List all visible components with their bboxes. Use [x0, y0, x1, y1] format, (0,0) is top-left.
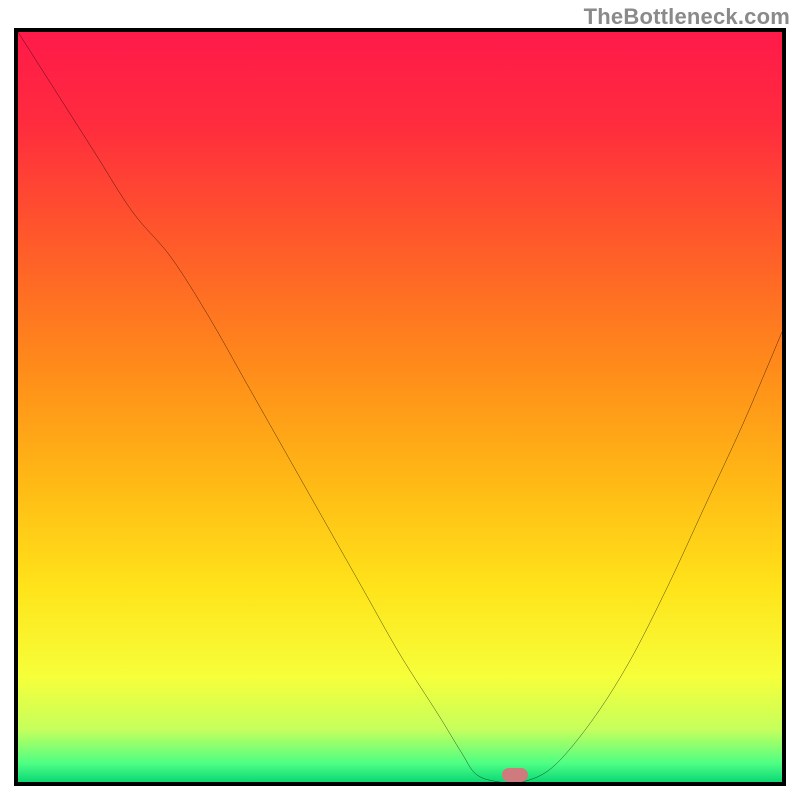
- bottleneck-curve: [18, 32, 782, 782]
- watermark-text: TheBottleneck.com: [584, 4, 790, 30]
- optimal-marker: [502, 768, 528, 782]
- chart-frame: [14, 28, 786, 786]
